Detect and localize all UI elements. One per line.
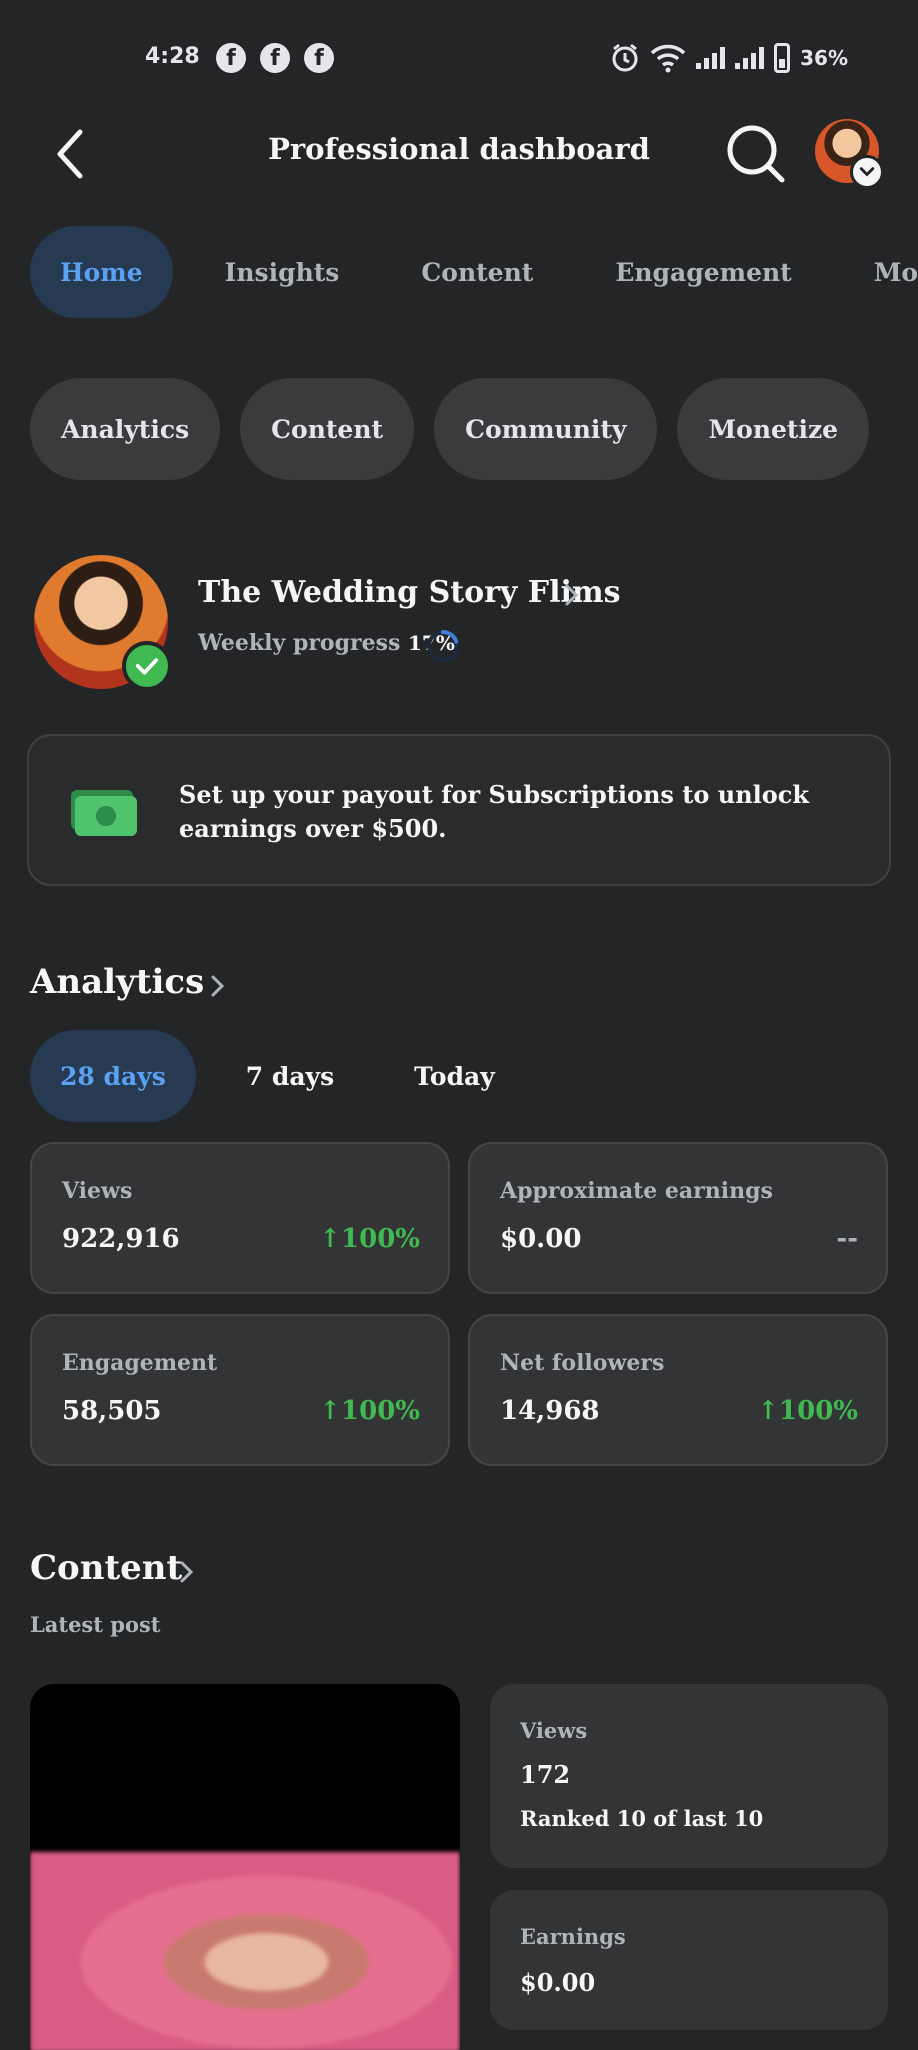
range-today[interactable]: Today — [384, 1030, 525, 1122]
metric-label: Approximate earnings — [500, 1178, 773, 1204]
facebook-icon: f — [216, 43, 246, 73]
weekly-progress-label: Weekly progress — [198, 630, 401, 656]
metric-card-earnings[interactable]: Approximate earnings $0.00 -- — [468, 1142, 888, 1294]
metric-value: 922,916 — [62, 1224, 180, 1254]
chevron-right-icon[interactable] — [562, 580, 582, 610]
post-earnings-card[interactable]: Earnings $0.00 — [490, 1890, 888, 2030]
facebook-icon: f — [304, 43, 334, 73]
range-28-days[interactable]: 28 days — [30, 1030, 196, 1122]
arrow-up-icon: ↑ — [757, 1396, 780, 1426]
metric-value: 58,505 — [62, 1396, 162, 1426]
metric-label: Engagement — [62, 1350, 218, 1376]
wifi-icon — [650, 44, 686, 73]
dashboard-tabs: Home Insights Content Engagement Monetiz… — [30, 226, 918, 318]
verified-check-icon — [122, 641, 172, 691]
chip-monetize[interactable]: Monetize — [677, 378, 870, 480]
tab-home[interactable]: Home — [30, 226, 173, 318]
metric-change: ↑100% — [319, 1396, 420, 1426]
payout-banner[interactable]: Set up your payout for Subscriptions to … — [27, 734, 891, 886]
alarm-icon — [612, 43, 638, 72]
profile-name[interactable]: The Wedding Story Flims — [198, 575, 621, 610]
signal-icon — [696, 47, 726, 69]
chip-analytics[interactable]: Analytics — [30, 378, 221, 480]
range-7-days[interactable]: 7 days — [216, 1030, 364, 1122]
status-bar: 4:28 f f f 36% — [0, 0, 918, 110]
tab-monetization[interactable]: Monetizati — [844, 226, 918, 318]
post-views-label: Views — [520, 1718, 588, 1743]
post-earnings-value: $0.00 — [520, 1968, 596, 1997]
progress-ring-icon — [427, 630, 459, 662]
tab-content[interactable]: Content — [391, 226, 563, 318]
facebook-icon: f — [260, 43, 290, 73]
weekly-progress: Weekly progress 17% — [198, 630, 455, 656]
chip-community[interactable]: Community — [434, 378, 658, 480]
metric-card-engagement[interactable]: Engagement 58,505 ↑100% — [30, 1314, 450, 1466]
status-icons: 36% — [610, 40, 848, 76]
post-views-value: 172 — [520, 1760, 571, 1789]
top-bar: Professional dashboard — [0, 110, 918, 200]
status-time: 4:28 — [145, 44, 200, 69]
analytics-title[interactable]: Analytics — [30, 962, 204, 1002]
chevron-down-icon[interactable] — [850, 155, 884, 189]
content-title[interactable]: Content — [30, 1548, 182, 1588]
metric-label: Views — [62, 1178, 133, 1204]
money-icon — [71, 790, 137, 836]
metric-change: ↑100% — [319, 1224, 420, 1254]
post-image — [30, 1852, 460, 2050]
tab-insights[interactable]: Insights — [195, 226, 370, 318]
metric-card-views[interactable]: Views 922,916 ↑100% — [30, 1142, 450, 1294]
payout-text: Set up your payout for Subscriptions to … — [179, 780, 810, 843]
post-views-rank: Ranked 10 of last 10 — [520, 1806, 764, 1831]
latest-post-thumbnail[interactable] — [30, 1684, 460, 2050]
shortcut-chips: Analytics Content Community Monetize — [30, 378, 870, 480]
battery-icon — [774, 43, 791, 73]
chevron-right-icon[interactable] — [209, 972, 227, 1000]
post-earnings-label: Earnings — [520, 1924, 626, 1949]
content-subtitle: Latest post — [30, 1612, 161, 1637]
metric-value: $0.00 — [500, 1224, 582, 1254]
post-views-card[interactable]: Views 172 Ranked 10 of last 10 — [490, 1684, 888, 1868]
metric-value: 14,968 — [500, 1396, 600, 1426]
arrow-up-icon: ↑ — [319, 1396, 342, 1426]
battery-level: 36% — [800, 46, 848, 70]
metric-change: -- — [836, 1224, 858, 1254]
chip-content[interactable]: Content — [240, 378, 415, 480]
chevron-right-icon[interactable] — [178, 1558, 196, 1586]
date-range-selector: 28 days 7 days Today — [30, 1030, 525, 1122]
metric-card-net-followers[interactable]: Net followers 14,968 ↑100% — [468, 1314, 888, 1466]
tab-engagement[interactable]: Engagement — [585, 226, 821, 318]
search-icon[interactable] — [722, 120, 788, 186]
metric-change: ↑100% — [757, 1396, 858, 1426]
signal-icon — [735, 47, 765, 69]
metric-label: Net followers — [500, 1350, 665, 1376]
arrow-up-icon: ↑ — [319, 1224, 342, 1254]
